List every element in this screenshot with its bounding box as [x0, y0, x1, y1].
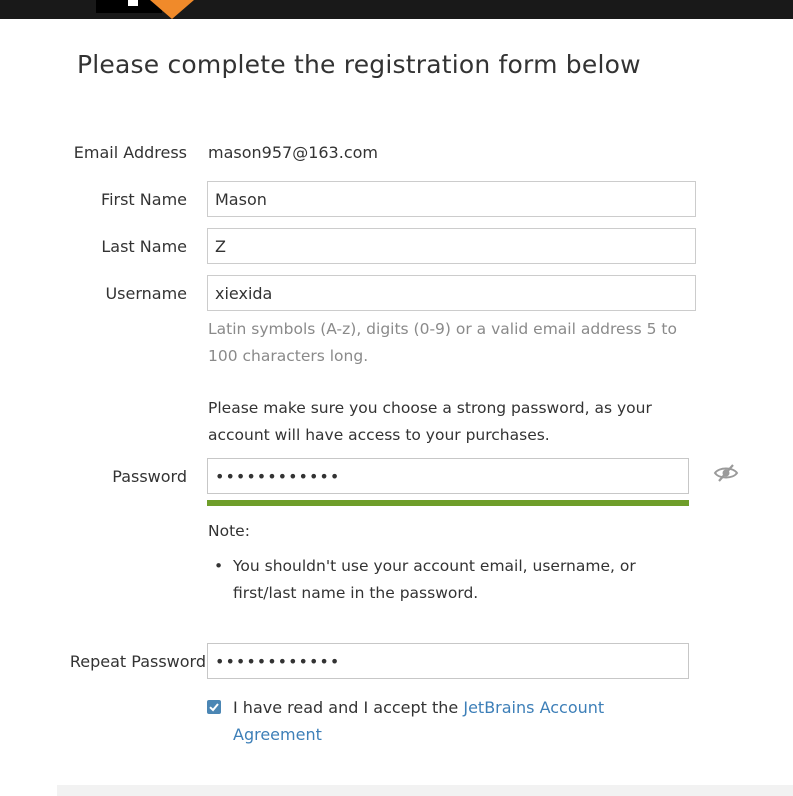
password-label: Password — [112, 467, 187, 486]
password-info: Please make sure you choose a strong pas… — [208, 399, 652, 444]
logo-mark — [128, 0, 138, 6]
logo-accent-shape — [150, 0, 194, 19]
agreement-label: I have read and I accept the — [233, 698, 464, 717]
last-name-input[interactable] — [207, 228, 696, 264]
note-list: You shouldn't use your account email, us… — [208, 553, 688, 607]
agreement-checkbox[interactable] — [207, 700, 221, 714]
eye-slash-icon[interactable] — [713, 462, 739, 484]
username-input[interactable] — [207, 275, 696, 311]
note-title: Note: — [208, 522, 250, 540]
first-name-input[interactable] — [207, 181, 696, 217]
last-name-label: Last Name — [101, 237, 187, 256]
footer-bar — [57, 785, 793, 796]
agreement-text: I have read and I accept the JetBrains A… — [233, 694, 673, 748]
email-label: Email Address — [73, 143, 187, 162]
password-strength-meter — [207, 500, 689, 506]
username-hint: Latin symbols (A-z), digits (0-9) or a v… — [208, 320, 677, 365]
top-bar — [0, 0, 793, 19]
password-strength-fill — [207, 500, 689, 506]
page-title: Please complete the registration form be… — [77, 50, 641, 79]
note-item: You shouldn't use your account email, us… — [208, 553, 688, 607]
password-input[interactable] — [207, 458, 689, 494]
repeat-password-label: Repeat Password — [69, 652, 206, 671]
checkmark-icon — [209, 703, 219, 712]
repeat-password-input[interactable] — [207, 643, 689, 679]
username-label: Username — [105, 284, 187, 303]
first-name-label: First Name — [101, 190, 187, 209]
email-value: mason957@163.com — [208, 143, 378, 162]
